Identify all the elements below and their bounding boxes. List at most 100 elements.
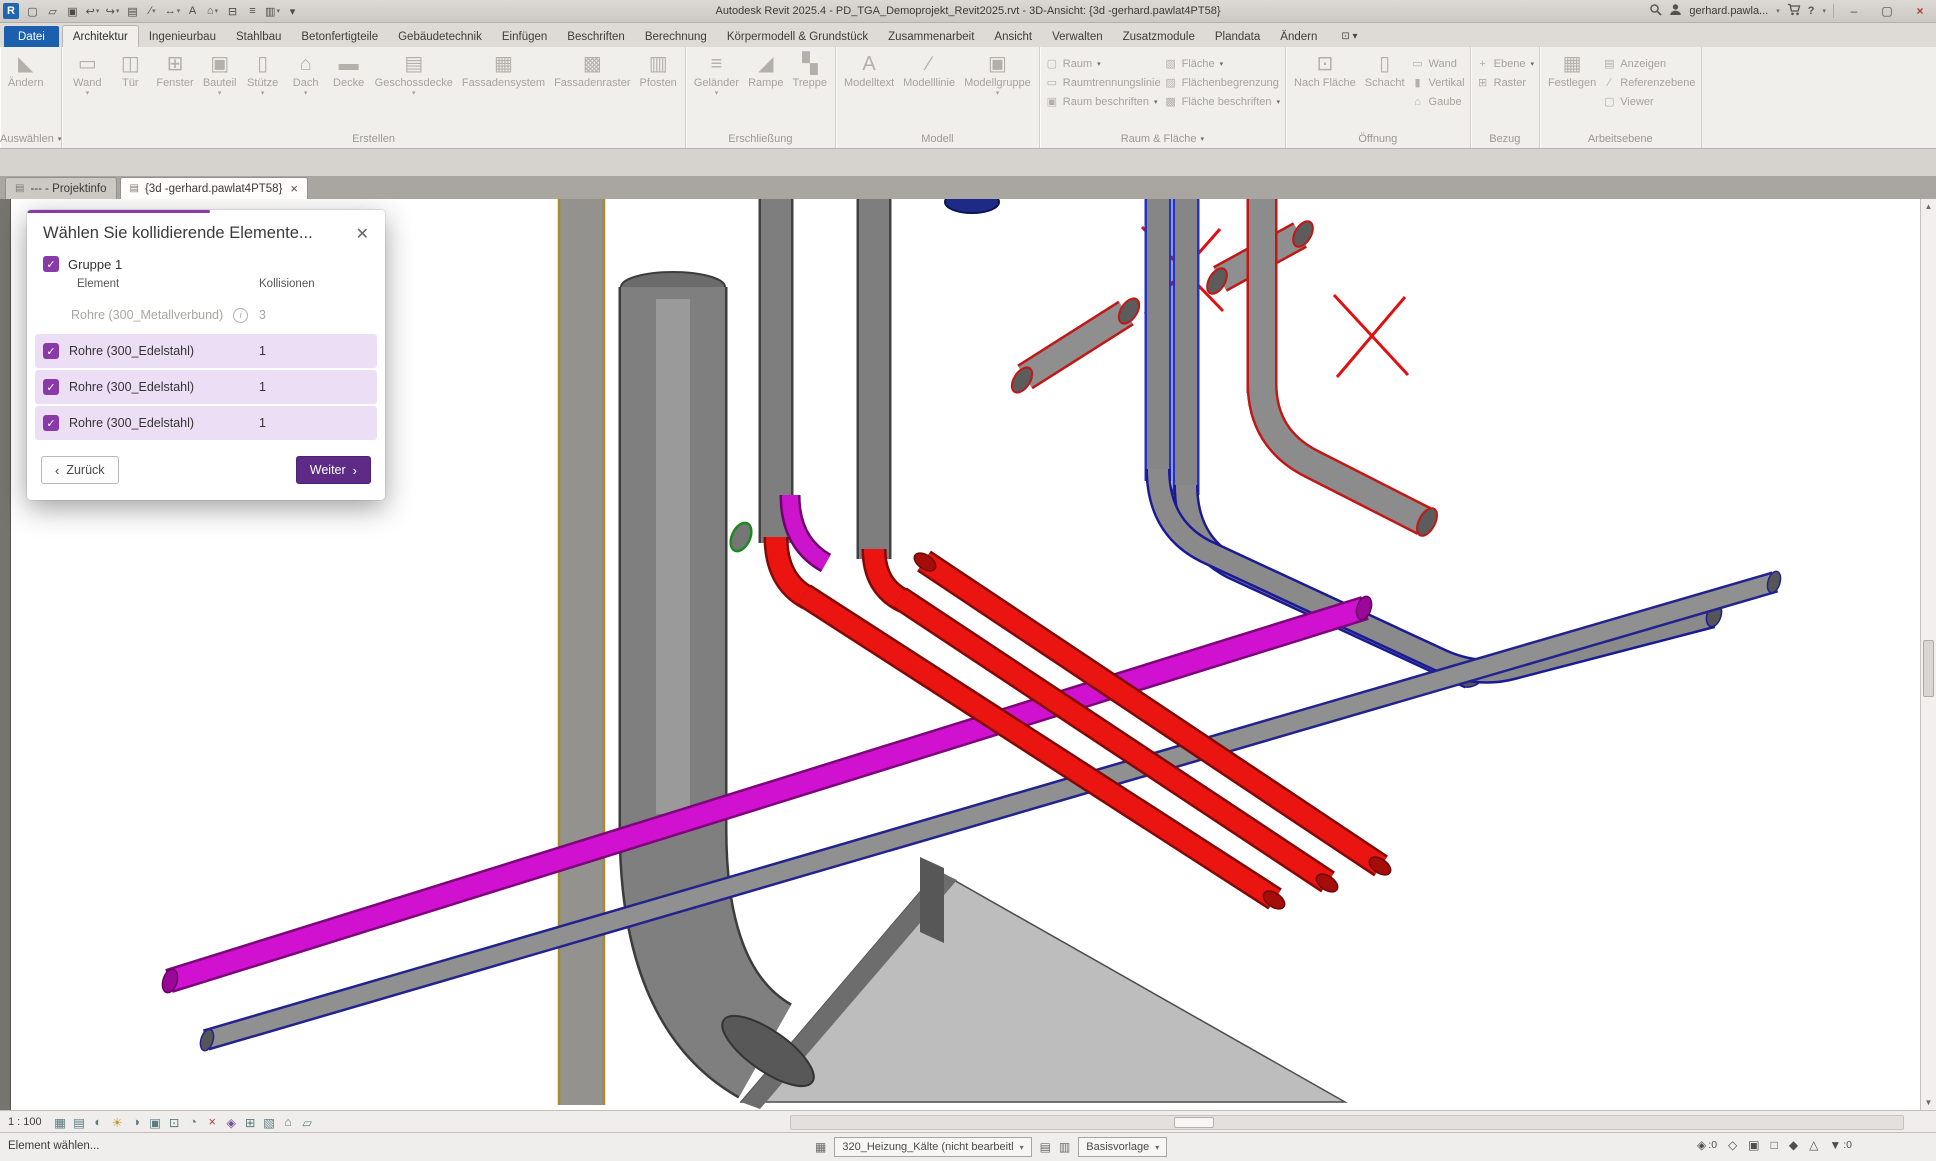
panel-label-bezug[interactable]: Bezug — [1471, 129, 1539, 148]
customize-qat-icon[interactable]: ▾ — [283, 3, 302, 20]
tool-modelltext[interactable]: AModelltext — [841, 50, 897, 90]
view-tab-3d-gerhard-pawlat4pt58[interactable]: ▤{3d -gerhard.pawlat4PT58}× — [120, 177, 309, 199]
open-file-icon[interactable]: ▱ — [43, 3, 62, 20]
shadows-icon[interactable]: ◑ — [127, 1115, 146, 1129]
panel-label-erstellen[interactable]: Erstellen — [62, 129, 684, 148]
undo-icon[interactable]: ↩▾ — [83, 3, 102, 20]
search-icon[interactable] — [1649, 3, 1662, 19]
ribbon-tab-stahlbau[interactable]: Stahlbau — [226, 26, 291, 47]
show-crop-icon[interactable]: ⊡ — [165, 1115, 184, 1130]
back-button[interactable]: ‹ Zurück — [41, 456, 119, 484]
signed-in-user[interactable]: gerhard.pawla... — [1689, 5, 1768, 17]
group-checkbox[interactable]: ✓ — [43, 256, 59, 272]
ribbon-tab-körpermodell-grundstück[interactable]: Körpermodell & Grundstück — [717, 26, 878, 47]
select-links-icon[interactable]: □ — [1771, 1138, 1778, 1152]
scroll-down-icon[interactable]: ▼ — [1925, 1095, 1933, 1110]
tool-flächenbegrenzung[interactable]: ▨Flächenbegrenzung — [1164, 74, 1280, 91]
ribbon-tab-beschriften[interactable]: Beschriften — [557, 26, 635, 47]
tool-modellgruppe[interactable]: ▣Modellgruppe▾ — [961, 50, 1034, 98]
crop-view-icon[interactable]: ▣ — [146, 1115, 165, 1130]
tool-pfosten[interactable]: ▥Pfosten — [637, 50, 680, 90]
analytical-model-icon[interactable]: ▱ — [298, 1115, 317, 1130]
detail-level-icon[interactable]: ▤ — [70, 1115, 89, 1130]
collision-row[interactable]: ✓Rohre (300_Edelstahl)1 — [35, 370, 377, 404]
design-option-dropdown-icon[interactable]: ▾ — [1155, 1143, 1159, 1152]
ribbon-tab-gebäudetechnik[interactable]: Gebäudetechnik — [388, 26, 492, 47]
panel-label-modell[interactable]: Modell — [836, 129, 1039, 148]
help-menu-arrow-icon[interactable]: ▾ — [1822, 7, 1826, 15]
text-icon[interactable]: A — [183, 3, 202, 20]
tool-modelllinie[interactable]: ∕Modelllinie — [900, 50, 958, 90]
select-by-face-icon[interactable]: △ — [1809, 1138, 1818, 1152]
ribbon-tab-ändern[interactable]: Ändern — [1270, 26, 1327, 47]
tool-schacht[interactable]: ▯Schacht — [1362, 50, 1408, 90]
workset-dropdown-icon[interactable]: ▾ — [1020, 1143, 1024, 1152]
collision-row[interactable]: ✓Rohre (300_Edelstahl)1 — [35, 406, 377, 440]
ribbon-tab-zusammenarbeit[interactable]: Zusammenarbeit — [878, 26, 984, 47]
tool-tür[interactable]: ◫Tür — [110, 50, 150, 90]
tool-raumtrennungslinie[interactable]: ▭Raumtrennungslinie — [1045, 74, 1161, 91]
horizontal-scroll-thumb[interactable] — [1174, 1117, 1214, 1128]
tool-fenster[interactable]: ⊞Fenster — [153, 50, 196, 90]
press-drag-icon[interactable]: ▣ — [1748, 1138, 1759, 1152]
tool-raum[interactable]: ▢Raum▾ — [1045, 55, 1161, 72]
ribbon-display-toggle-icon[interactable]: ⊡ ▾ — [1341, 31, 1357, 47]
view-scale-icon[interactable]: ▦ — [51, 1115, 70, 1130]
tool-geländer[interactable]: ≡Geländer▾ — [691, 50, 742, 98]
tool-rampe[interactable]: ◢Rampe — [745, 50, 786, 90]
cart-icon[interactable] — [1787, 3, 1801, 19]
user-menu-arrow-icon[interactable]: ▾ — [1776, 7, 1780, 15]
show-constraints-icon[interactable]: ⊞ — [241, 1115, 260, 1130]
save-icon[interactable]: ▣ — [63, 3, 82, 20]
tool-fläche[interactable]: ▧Fläche▾ — [1164, 55, 1280, 72]
print-icon[interactable]: ▤ — [123, 3, 142, 20]
panel-label-arbeitsebene[interactable]: Arbeitsebene — [1540, 129, 1701, 148]
tool-gaube[interactable]: ⌂Gaube — [1411, 93, 1465, 110]
tool-ebene[interactable]: +Ebene▾ — [1476, 55, 1534, 72]
tool-geschossdecke[interactable]: ▤Geschossdecke▾ — [372, 50, 456, 98]
next-button[interactable]: Weiter › — [296, 456, 371, 484]
tool-vertikal[interactable]: ▮Vertikal — [1411, 74, 1465, 91]
tool-viewer[interactable]: ▢Viewer — [1602, 93, 1695, 110]
ribbon-tab-architektur[interactable]: Architektur — [62, 25, 139, 47]
tool-nach-fläche[interactable]: ⊡Nach Fläche — [1291, 50, 1359, 90]
vertical-scroll-thumb[interactable] — [1923, 640, 1934, 697]
design-options-pick-icon[interactable]: ◈:0 — [1697, 1138, 1717, 1152]
default-3d-icon[interactable]: ⌂▾ — [203, 3, 222, 20]
visual-style-icon[interactable]: ◐ — [89, 1115, 108, 1129]
dialog-close-icon[interactable]: ✕ — [352, 224, 373, 244]
editable-only-icon[interactable]: ▤ — [1040, 1140, 1051, 1154]
ribbon-tab-plandata[interactable]: Plandata — [1205, 26, 1270, 47]
reveal-hidden-elements-icon[interactable]: × — [203, 1115, 222, 1129]
thin-lines-icon[interactable]: ≡ — [243, 3, 262, 20]
tool-fassadensystem[interactable]: ▦Fassadensystem — [459, 50, 548, 90]
row-checkbox[interactable]: ✓ — [43, 343, 59, 359]
selection-filter-icon[interactable]: ▼:0 — [1829, 1138, 1852, 1152]
design-options-icon[interactable]: ▥ — [1059, 1140, 1070, 1154]
tool-decke[interactable]: ▬Decke — [329, 50, 369, 90]
ribbon-tab-berechnung[interactable]: Berechnung — [635, 26, 717, 47]
tool-wand[interactable]: ▭Wand▾ — [67, 50, 107, 98]
tool-ändern[interactable]: ◣Ändern — [5, 50, 46, 90]
close-button[interactable]: × — [1907, 2, 1933, 20]
scroll-up-icon[interactable]: ▲ — [1925, 199, 1933, 214]
view-scale-button[interactable]: 1 : 100 — [8, 1116, 42, 1128]
panel-label-auswählen[interactable]: Auswählen▾ — [0, 129, 61, 148]
minimize-button[interactable]: – — [1841, 2, 1867, 20]
exclude-options-icon[interactable]: ◇ — [1728, 1138, 1737, 1152]
switch-windows-icon[interactable]: ▥▾ — [263, 3, 282, 20]
collision-row[interactable]: Rohre (300_Metallverbund)i3 — [35, 298, 377, 332]
row-checkbox[interactable]: ✓ — [43, 379, 59, 395]
tool-fassadenraster[interactable]: ▩Fassadenraster — [551, 50, 633, 90]
tool-fläche-beschriften[interactable]: ▩Fläche beschriften▾ — [1164, 93, 1280, 110]
tool-raster[interactable]: ⊞Raster — [1476, 74, 1534, 91]
revit-logo-icon[interactable]: R — [3, 3, 19, 19]
help-icon[interactable]: ? — [1808, 5, 1815, 17]
measure-icon[interactable]: ∕▾ — [143, 3, 162, 20]
maximize-button[interactable]: ▢ — [1874, 2, 1900, 20]
ribbon-tab-datei[interactable]: Datei — [4, 26, 59, 47]
close-view-tab-icon[interactable]: × — [290, 181, 298, 196]
temporary-hide-isolate-icon[interactable]: ◔ — [184, 1115, 203, 1129]
vertical-scrollbar[interactable]: ▲ ▼ — [1920, 199, 1936, 1110]
tool-referenzebene[interactable]: ∕Referenzebene — [1602, 74, 1695, 91]
